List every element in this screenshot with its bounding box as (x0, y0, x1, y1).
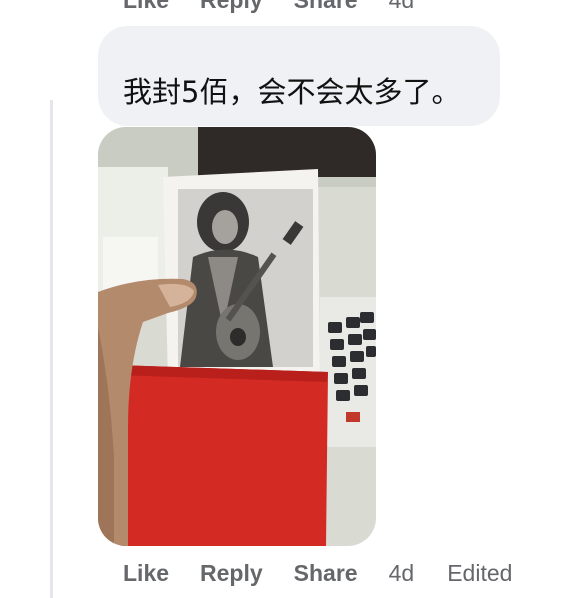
comment-photo[interactable] (98, 127, 376, 546)
reply-button[interactable]: Reply (200, 560, 263, 587)
comment-bubble: 我封5佰，会不会太多了。 (98, 26, 500, 126)
like-button[interactable]: Like (123, 560, 169, 587)
timestamp[interactable]: 4d (389, 0, 415, 14)
timestamp[interactable]: 4d (389, 560, 415, 587)
like-button[interactable]: Like (123, 0, 169, 14)
share-button[interactable]: Share (294, 560, 358, 587)
photo-image (98, 127, 376, 546)
share-button[interactable]: Share (294, 0, 358, 14)
edited-label[interactable]: Edited (447, 560, 512, 587)
previous-comment-actions: Like Reply Share 4d (123, 0, 447, 14)
thread-line (50, 100, 53, 598)
comment-text: 我封5佰，会不会太多了。 (123, 75, 461, 109)
reply-button[interactable]: Reply (200, 0, 263, 14)
comment-actions: Like Reply Share 4d Edited (123, 560, 545, 587)
